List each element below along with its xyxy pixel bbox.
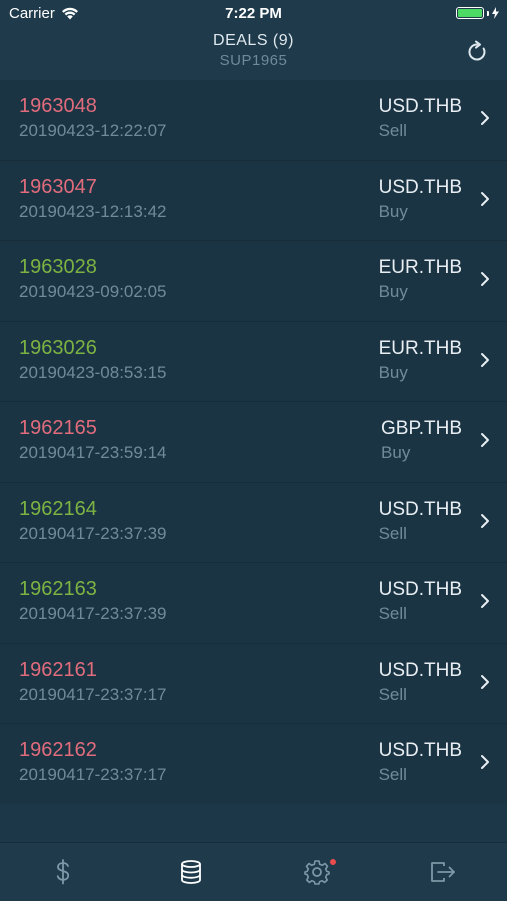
- deal-timestamp: 20190417-23:37:17: [19, 765, 167, 784]
- deal-side: Sell: [378, 121, 407, 140]
- currency-pair: USD.THB: [378, 659, 462, 681]
- deal-row[interactable]: 1962162 20190417-23:37:17 USD.THB Sell: [0, 724, 507, 805]
- battery-group: [456, 7, 499, 19]
- gear-icon: [304, 860, 330, 885]
- deal-id: 1962164: [19, 497, 97, 520]
- list-footer: [0, 804, 507, 842]
- deal-row[interactable]: 1963028 20190423-09:02:05 EUR.THB Buy: [0, 241, 507, 322]
- battery-icon: [456, 7, 484, 19]
- database-icon: [181, 860, 201, 884]
- nav-bar: DEALS (9) SUP1965: [0, 28, 507, 80]
- deal-timestamp: 20190423-08:53:15: [19, 362, 167, 382]
- currency-pair: GBP.THB: [381, 418, 462, 439]
- deal-timestamp: 20190417-23:37:39: [19, 523, 167, 543]
- chevron-right-icon: [481, 111, 489, 125]
- charging-bolt-icon: [492, 7, 499, 19]
- deals-list: 1963048 20190423-12:22:07 USD.THB Sell 19630…: [0, 80, 507, 805]
- deal-timestamp: 20190417-23:37:17: [19, 684, 167, 704]
- deal-side: Sell: [378, 684, 407, 704]
- deal-timestamp: 20190423-09:02:05: [19, 282, 167, 301]
- deal-row[interactable]: 1962161 20190417-23:37:17 USD.THB Sell: [0, 644, 507, 724]
- status-time: 7:22 PM: [225, 5, 282, 22]
- deal-timestamp: 20190417-23:59:14: [19, 443, 167, 462]
- battery-level: [458, 9, 482, 17]
- dollar-icon: [56, 859, 70, 885]
- deal-side: Sell: [378, 523, 407, 543]
- chevron-right-icon: [481, 352, 489, 367]
- notification-badge: [330, 859, 336, 865]
- tab-settings[interactable]: [297, 857, 337, 887]
- battery-cap: [487, 10, 489, 16]
- deal-side: Buy: [378, 282, 408, 301]
- deal-side: Sell: [378, 604, 407, 623]
- currency-pair: EUR.THB: [378, 337, 462, 359]
- deal-id: 1962162: [19, 739, 97, 761]
- tab-dollar[interactable]: [43, 857, 83, 887]
- deal-id: 1962165: [19, 417, 97, 439]
- currency-pair: USD.THB: [378, 579, 462, 600]
- deal-timestamp: 20190417-23:37:39: [19, 604, 167, 623]
- deal-side: Buy: [378, 201, 408, 221]
- deal-id: 1962161: [19, 658, 97, 681]
- deal-id: 1963028: [19, 256, 97, 278]
- currency-pair: USD.THB: [378, 498, 462, 520]
- refresh-icon[interactable]: [465, 40, 489, 64]
- chevron-right-icon: [481, 594, 489, 608]
- deal-timestamp: 20190423-12:22:07: [19, 121, 167, 140]
- chevron-right-icon: [481, 191, 489, 206]
- deal-id: 1963026: [19, 336, 97, 359]
- tab-logout[interactable]: [423, 857, 463, 887]
- deal-timestamp: 20190423-12:13:42: [19, 201, 167, 221]
- chevron-right-icon: [481, 674, 489, 689]
- tab-database[interactable]: [171, 857, 211, 887]
- deal-side: Sell: [378, 765, 407, 784]
- logout-icon: [431, 862, 455, 882]
- deal-row[interactable]: 1962163 20190417-23:37:39 USD.THB Sell: [0, 563, 507, 644]
- page-subtitle: SUP1965: [219, 52, 288, 69]
- chevron-right-icon: [481, 272, 489, 286]
- currency-pair: EUR.THB: [378, 257, 462, 278]
- chevron-right-icon: [481, 755, 489, 769]
- deal-row[interactable]: 1963048 20190423-12:22:07 USD.THB Sell: [0, 80, 507, 161]
- currency-pair: USD.THB: [378, 96, 462, 117]
- deal-side: Buy: [381, 443, 411, 462]
- tab-bar: [0, 842, 507, 901]
- currency-pair: USD.THB: [378, 740, 462, 761]
- deal-row[interactable]: 1963026 20190423-08:53:15 EUR.THB Buy: [0, 322, 507, 402]
- status-bar: Carrier 7:22 PM: [0, 0, 507, 28]
- deal-id: 1962163: [19, 578, 97, 600]
- deal-row[interactable]: 1962165 20190417-23:59:14 GBP.THB Buy: [0, 402, 507, 483]
- deal-row[interactable]: 1962164 20190417-23:37:39 USD.THB Sell: [0, 483, 507, 563]
- page-title: DEALS (9): [213, 32, 294, 49]
- deal-id: 1963048: [19, 95, 97, 117]
- deal-side: Buy: [378, 362, 408, 382]
- chevron-right-icon: [481, 513, 489, 528]
- currency-pair: USD.THB: [378, 176, 462, 198]
- deal-row[interactable]: 1963047 20190423-12:13:42 USD.THB Buy: [0, 161, 507, 241]
- chevron-right-icon: [481, 433, 489, 447]
- deal-id: 1963047: [19, 175, 97, 198]
